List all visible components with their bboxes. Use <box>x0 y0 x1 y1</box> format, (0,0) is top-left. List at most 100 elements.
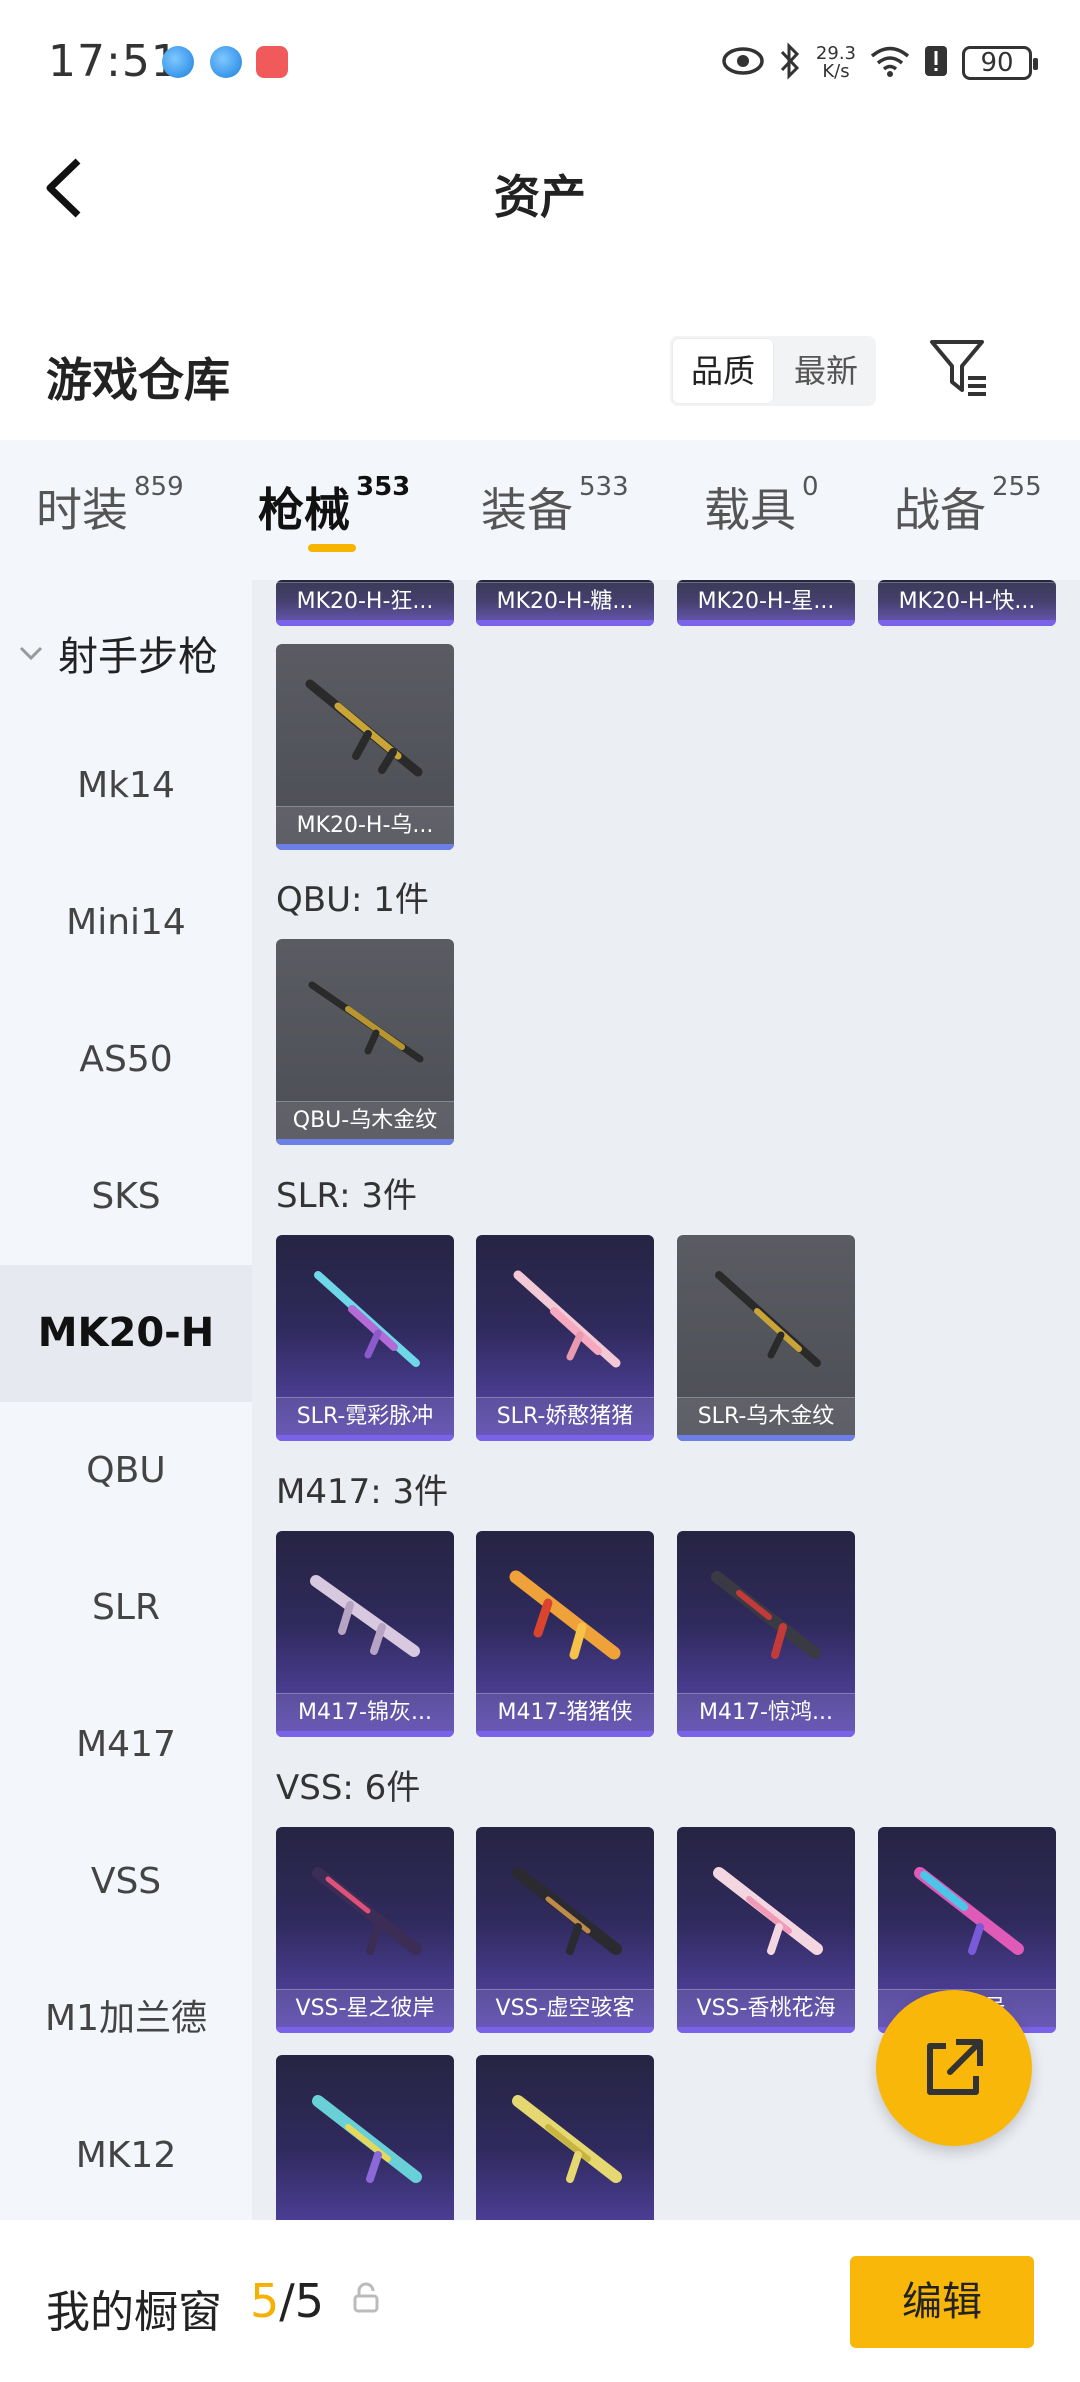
status-time: 17:51 <box>48 36 180 87</box>
item-card[interactable]: VSS-星之彼岸 <box>276 1827 454 2033</box>
sidebar-item-sks[interactable]: SKS <box>0 1128 252 1265</box>
showcase-count: 5/5 <box>250 2274 324 2328</box>
sidebar-item-as50[interactable]: AS50 <box>0 991 252 1128</box>
group-label-m417: M417: 3件 <box>276 1472 449 1512</box>
item-card[interactable]: MK20-H-快... <box>878 580 1056 626</box>
item-card[interactable] <box>476 2055 654 2220</box>
rarity-bar <box>476 620 654 626</box>
sidebar-category[interactable]: 射手步枪 <box>18 624 218 682</box>
item-card[interactable]: M417-惊鸿... <box>677 1531 855 1737</box>
edit-button[interactable]: 编辑 <box>850 2256 1034 2348</box>
status-bar: 17:51 29.3 K/s 90 <box>0 0 1080 125</box>
item-name: MK20-H-糖... <box>476 582 654 620</box>
item-card[interactable]: M417-锦灰... <box>276 1531 454 1737</box>
tab-count: 859 <box>134 472 184 502</box>
rarity-bar <box>677 620 855 626</box>
item-name: QBU-乌木金纹 <box>276 1101 454 1139</box>
chevron-down-icon <box>19 646 43 661</box>
sort-latest-button[interactable]: 最新 <box>776 336 876 406</box>
rarity-bar <box>476 1731 654 1737</box>
item-name: MK20-H-快... <box>878 582 1056 620</box>
sidebar-item-qbu[interactable]: QBU <box>0 1402 252 1539</box>
filter-icon <box>930 340 986 396</box>
rifle-icon <box>305 679 423 777</box>
item-name: VSS-星之彼岸 <box>276 1989 454 2027</box>
item-card[interactable]: SLR-乌木金纹 <box>677 1235 855 1441</box>
rifle-icon <box>310 1575 420 1657</box>
tab-firearms[interactable]: 枪械 353 <box>258 472 410 540</box>
item-card[interactable]: MK20-H-糖... <box>476 580 654 626</box>
sidebar-item-mk20h[interactable]: MK20-H <box>0 1265 252 1402</box>
share-button[interactable] <box>876 1990 1032 2146</box>
rarity-bar <box>677 1731 855 1737</box>
rarity-bar <box>276 1139 454 1145</box>
sidebar-item-mk14[interactable]: Mk14 <box>0 717 252 854</box>
app-notification-icon <box>162 46 194 78</box>
tab-equipment[interactable]: 装备 533 <box>481 472 629 540</box>
item-name: M417-锦灰... <box>276 1693 454 1731</box>
item-card[interactable]: QBU-乌木金纹 <box>276 939 454 1145</box>
item-card[interactable]: SLR-娇憨猪猪 <box>476 1235 654 1441</box>
sidebar-item-mini14[interactable]: Mini14 <box>0 854 252 991</box>
weapon-sidebar: 射手步枪 Mk14 Mini14 AS50 SKS MK20-H QBU SLR… <box>0 580 252 2220</box>
group-label-qbu: QBU: 1件 <box>276 880 429 920</box>
rarity-bar <box>476 2027 654 2033</box>
tab-supplies[interactable]: 战备 255 <box>894 472 1042 540</box>
rifle-icon <box>512 2095 622 2183</box>
sidebar-item-m417[interactable]: M417 <box>0 1676 252 1813</box>
tab-fashion[interactable]: 时装 859 <box>36 472 184 540</box>
item-card[interactable]: M417-猪猪侠 <box>476 1531 654 1737</box>
rarity-bar <box>276 1731 454 1737</box>
status-icons: 29.3 K/s 90 <box>722 38 1038 88</box>
battery-icon: 90 <box>962 46 1038 80</box>
item-card[interactable] <box>276 2055 454 2220</box>
category-tabs: 时装 859 枪械 353 装备 533 载具 0 战备 255 <box>0 440 1080 580</box>
sidebar-category-label: 射手步枪 <box>58 634 218 680</box>
tab-count: 533 <box>579 472 629 502</box>
rifle-icon <box>513 1270 621 1368</box>
tab-vehicles[interactable]: 载具 0 <box>704 472 819 540</box>
item-name: SLR-娇憨猪猪 <box>476 1397 654 1435</box>
item-card[interactable]: MK20-H-乌... <box>276 644 454 850</box>
sort-toggle: 品质 最新 <box>670 336 876 406</box>
rarity-bar <box>276 844 454 850</box>
item-card[interactable]: MK20-H-星... <box>677 580 855 626</box>
lock-icon <box>352 2282 380 2318</box>
item-name: SLR-霓彩脉冲 <box>276 1397 454 1435</box>
tab-label: 载具 <box>704 483 796 537</box>
showcase-bar: 我的橱窗 5/5 编辑 <box>0 2220 1080 2382</box>
rifle-icon <box>308 981 424 1063</box>
app-root: 17:51 29.3 K/s 90 资产 游戏仓库 品质 最新 时装 859 枪… <box>0 0 1080 2382</box>
sidebar-item-mk12[interactable]: MK12 <box>0 2087 252 2220</box>
tab-count: 255 <box>992 472 1042 502</box>
rarity-bar <box>276 1435 454 1441</box>
sidebar-item-slr[interactable]: SLR <box>0 1539 252 1676</box>
rarity-bar <box>276 620 454 626</box>
tab-label: 战备 <box>894 483 986 537</box>
nav-bar: 资产 <box>0 125 1080 245</box>
speed-unit: K/s <box>822 61 850 82</box>
share-icon <box>927 2039 983 2095</box>
wifi-icon <box>870 45 910 81</box>
rifle-icon <box>312 1867 422 1955</box>
section-header: 游戏仓库 品质 最新 <box>0 320 1080 440</box>
rifle-icon <box>713 1867 823 1955</box>
tab-label: 枪械 <box>258 483 350 537</box>
rifle-icon <box>715 1271 821 1367</box>
item-card[interactable]: VSS-香桃花海 <box>677 1827 855 2033</box>
item-card[interactable]: MK20-H-狂... <box>276 580 454 626</box>
sidebar-item-vss[interactable]: VSS <box>0 1813 252 1950</box>
showcase-count-total: /5 <box>279 2274 325 2328</box>
item-card[interactable]: VSS-虚空骇客 <box>476 1827 654 2033</box>
item-name: MK20-H-星... <box>677 582 855 620</box>
filter-button[interactable] <box>928 336 992 400</box>
item-card[interactable]: SLR-霓彩脉冲 <box>276 1235 454 1441</box>
rifle-icon <box>711 1571 821 1659</box>
showcase-count-current: 5 <box>250 2274 280 2328</box>
sidebar-item-m1-garand[interactable]: M1加兰德 <box>0 1950 252 2087</box>
app-notification-icon <box>256 46 288 78</box>
active-tab-indicator <box>308 544 356 552</box>
sort-quality-button[interactable]: 品质 <box>673 339 773 403</box>
item-name: VSS-虚空骇客 <box>476 1989 654 2027</box>
network-speed: 29.3 K/s <box>816 45 856 81</box>
